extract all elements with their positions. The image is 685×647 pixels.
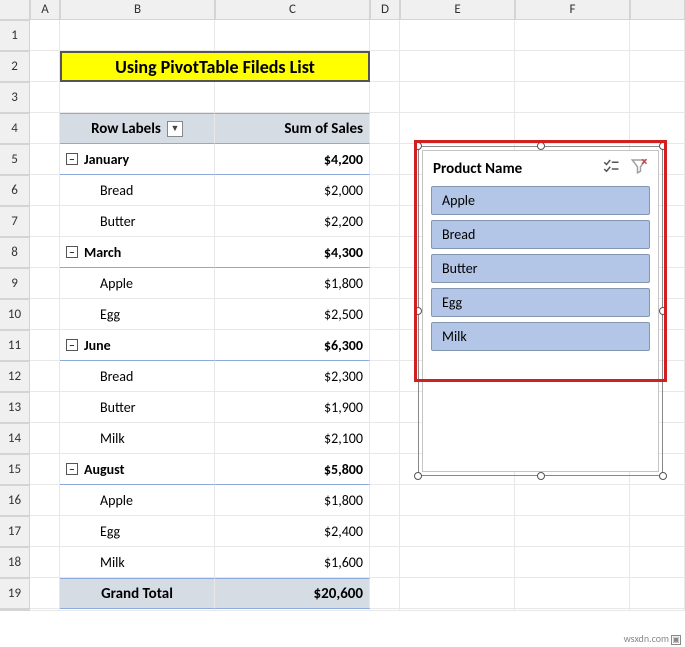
resize-handle[interactable] [414,307,422,315]
row-header-4[interactable]: 4 [0,113,30,144]
resize-handle[interactable] [537,472,545,480]
pivot-group-label: August [84,461,124,478]
slicer-item[interactable]: Milk [431,322,650,351]
row-header-5[interactable]: 5 [0,144,30,175]
col-header-B[interactable]: B [60,0,215,20]
pivot-group-subtotal: $4,300 [215,237,370,268]
row-header-17[interactable]: 17 [0,516,30,547]
row-header-15[interactable]: 15 [0,454,30,485]
clear-filter-icon[interactable] [630,157,648,180]
pivot-item-value: $2,000 [215,175,370,206]
row-header-9[interactable]: 9 [0,268,30,299]
pivot-item-label[interactable]: Apple [60,485,215,516]
row-header-19[interactable]: 19 [0,578,30,609]
slicer-title: Product Name [433,160,522,178]
col-header-F[interactable]: F [515,0,630,20]
pivot-item-label[interactable]: Butter [60,392,215,423]
pivot-item-value: $2,100 [215,423,370,454]
pivot-group[interactable]: −August [60,454,215,485]
col-header-D[interactable]: D [370,0,400,20]
resize-handle[interactable] [659,142,667,150]
slicer-panel: Product Name [422,150,659,472]
col-header-C[interactable]: C [215,0,370,20]
collapse-icon[interactable]: − [66,339,78,351]
pivot-item-value: $1,600 [215,547,370,578]
row-header-6[interactable]: 6 [0,175,30,206]
row-header-13[interactable]: 13 [0,392,30,423]
pivot-grand-total-value: $20,600 [215,578,370,609]
watermark: wsxdn.com▣ [624,632,681,645]
pivot-value-header: Sum of Sales [215,113,370,144]
collapse-icon[interactable]: − [66,246,78,258]
pivot-group-label: June [84,337,111,354]
sheet-title: Using PivotTable Fileds List [60,51,370,82]
pivot-group-label: March [84,244,121,261]
collapse-icon[interactable]: − [66,153,78,165]
slicer-selection[interactable]: Product Name [418,146,663,476]
row-header-8[interactable]: 8 [0,237,30,268]
row-header-7[interactable]: 7 [0,206,30,237]
pivot-item-label[interactable]: Apple [60,268,215,299]
pivot-item-value: $1,800 [215,268,370,299]
slicer-item[interactable]: Bread [431,220,650,249]
pivot-group-subtotal: $4,200 [215,144,370,175]
resize-handle[interactable] [414,472,422,480]
slicer-item[interactable]: Apple [431,186,650,215]
pivot-row-label-text: Row Labels [91,120,161,138]
pivot-group-subtotal: $6,300 [215,330,370,361]
pivot-group-subtotal: $5,800 [215,454,370,485]
pivot-row-label-header[interactable]: Row Labels ▼ [60,113,215,144]
pivot-group[interactable]: −June [60,330,215,361]
pivot-group[interactable]: −March [60,237,215,268]
multi-select-icon[interactable] [602,157,620,180]
pivot-item-value: $2,300 [215,361,370,392]
row-header-3[interactable]: 3 [0,82,30,113]
filter-dropdown-icon[interactable]: ▼ [167,121,183,137]
resize-handle[interactable] [659,472,667,480]
row-header-12[interactable]: 12 [0,361,30,392]
col-header-A[interactable]: A [30,0,60,20]
pivot-group-label: January [84,151,129,168]
pivot-item-label[interactable]: Butter [60,206,215,237]
pivot-item-value: $1,900 [215,392,370,423]
col-header-E[interactable]: E [400,0,515,20]
resize-handle[interactable] [659,307,667,315]
pivot-item-label[interactable]: Milk [60,423,215,454]
row-header-10[interactable]: 10 [0,299,30,330]
pivot-item-label[interactable]: Bread [60,175,215,206]
pivot-item-value: $2,400 [215,516,370,547]
pivot-group[interactable]: −January [60,144,215,175]
pivot-item-value: $1,800 [215,485,370,516]
row-header-11[interactable]: 11 [0,330,30,361]
resize-handle[interactable] [537,142,545,150]
pivot-item-label[interactable]: Milk [60,547,215,578]
pivot-item-label[interactable]: Egg [60,299,215,330]
resize-handle[interactable] [414,142,422,150]
pivot-item-value: $2,200 [215,206,370,237]
pivot-item-value: $2,500 [215,299,370,330]
row-header-1[interactable]: 1 [0,20,30,51]
row-header-2[interactable]: 2 [0,51,30,82]
slicer-item[interactable]: Egg [431,288,650,317]
pivot-item-label[interactable]: Bread [60,361,215,392]
row-header-18[interactable]: 18 [0,547,30,578]
slicer-item[interactable]: Butter [431,254,650,283]
row-header-20[interactable] [0,609,30,611]
pivot-grand-total-label: Grand Total [60,578,215,609]
row-header-16[interactable]: 16 [0,485,30,516]
collapse-icon[interactable]: − [66,463,78,475]
row-header-14[interactable]: 14 [0,423,30,454]
pivot-item-label[interactable]: Egg [60,516,215,547]
